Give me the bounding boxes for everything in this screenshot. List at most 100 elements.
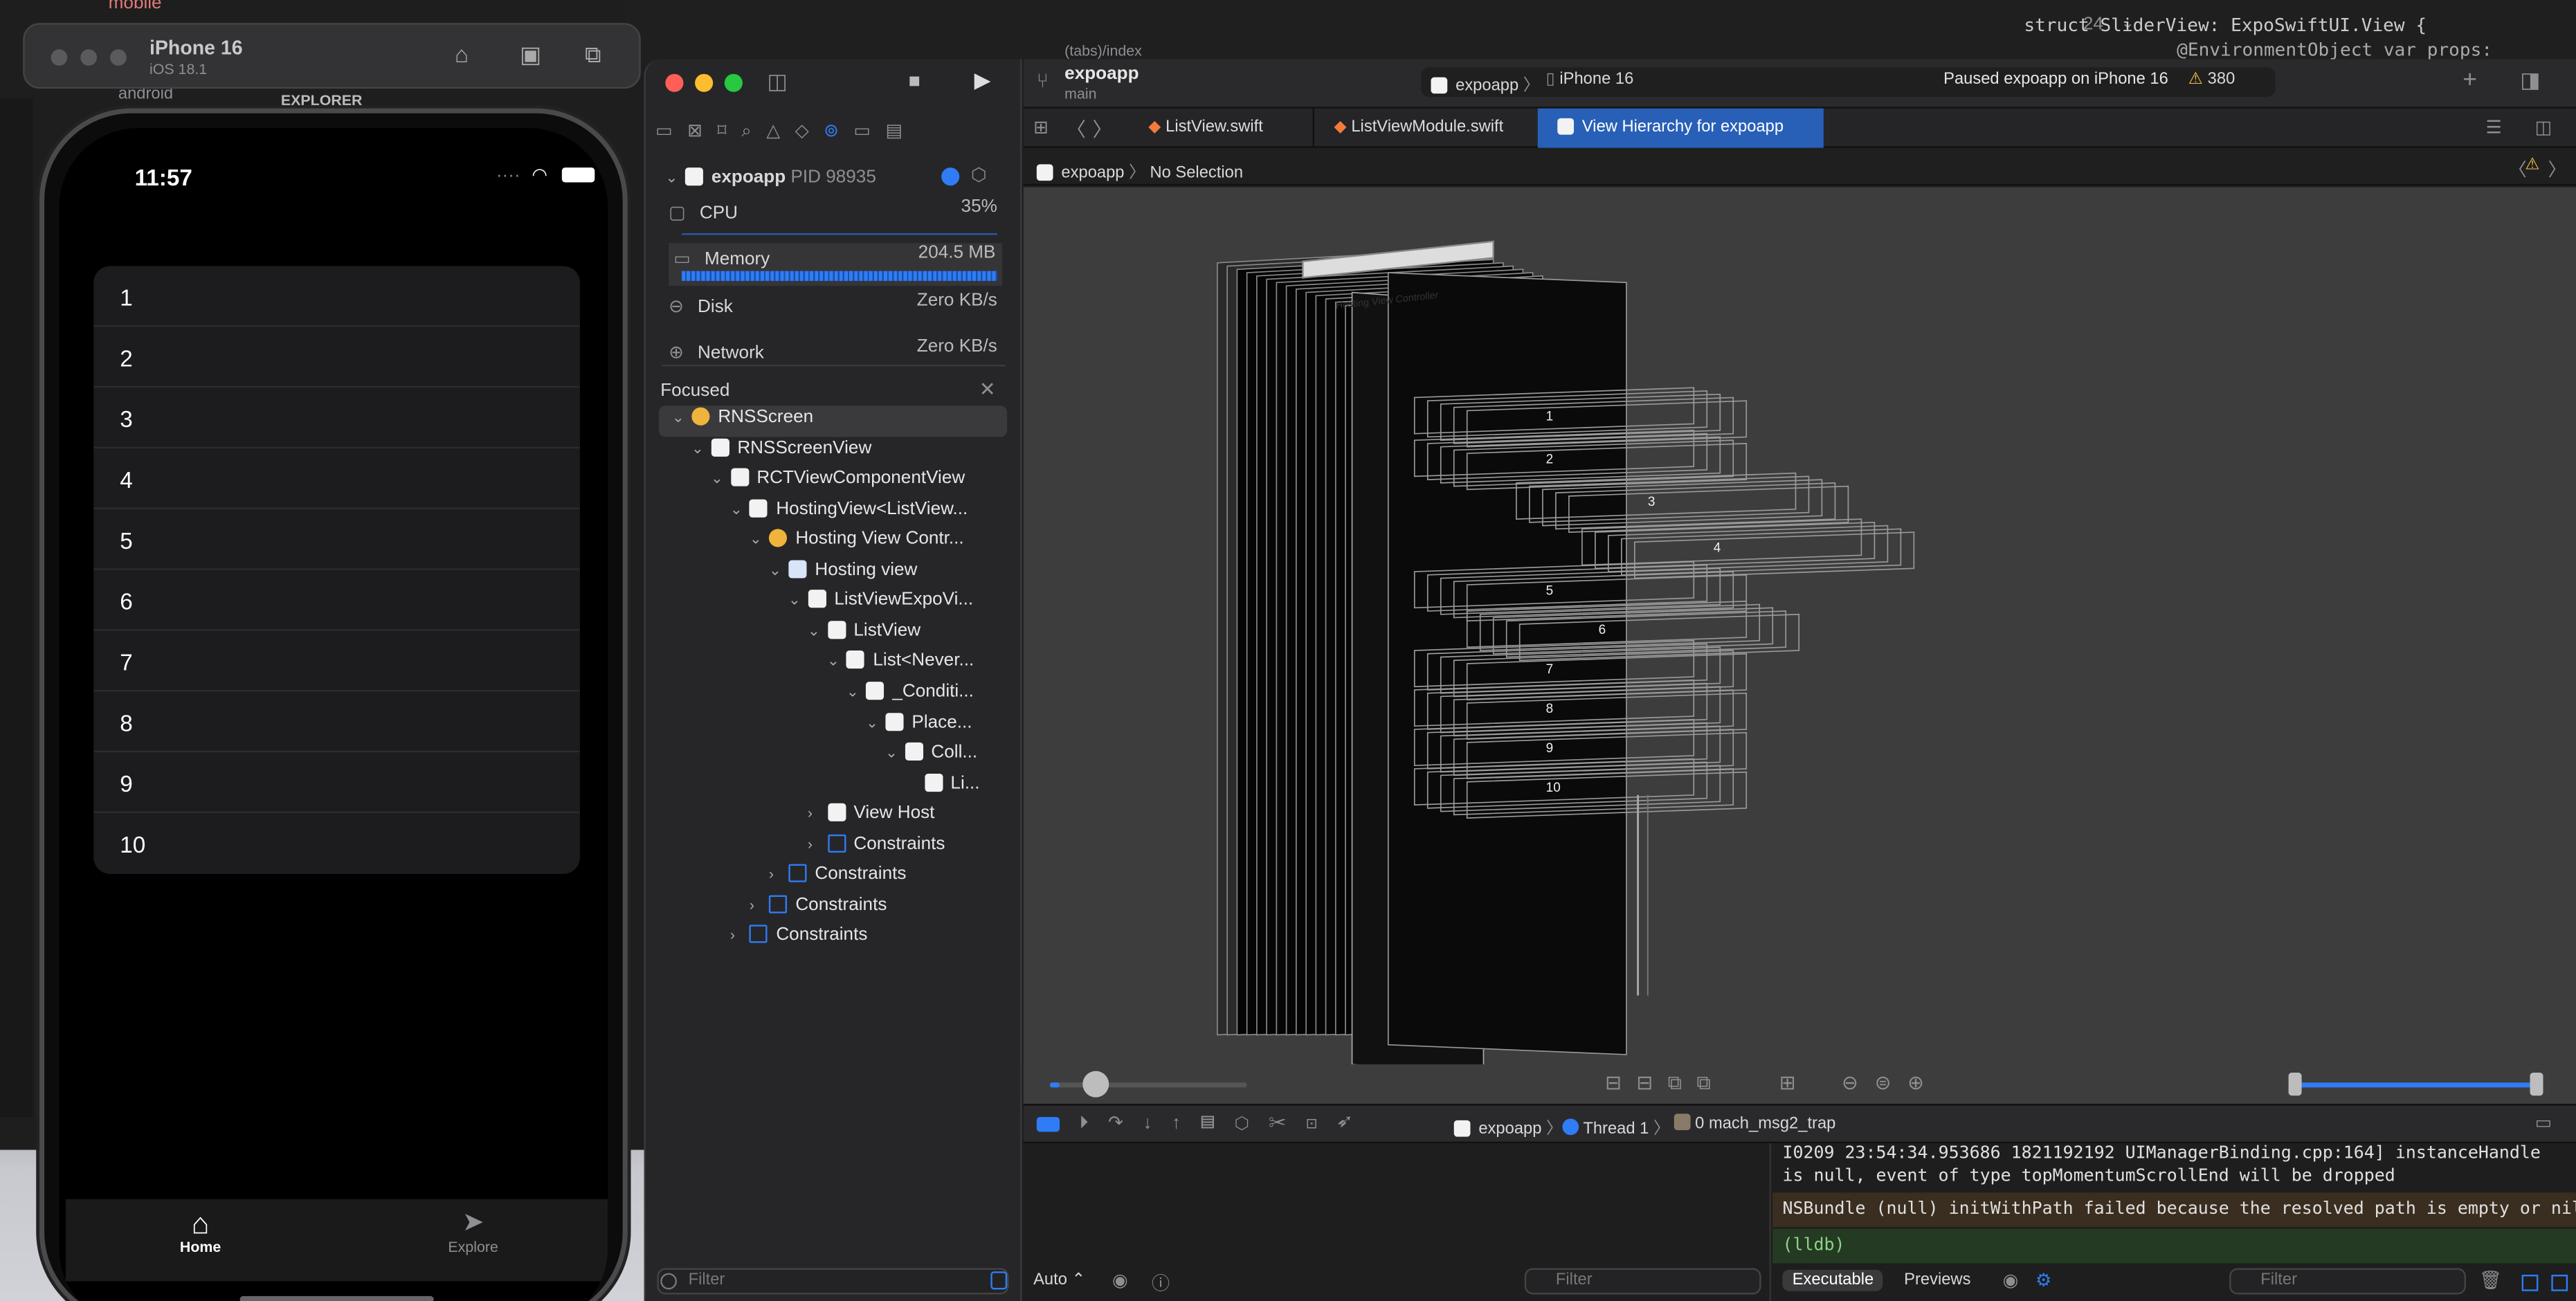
scheme-selector[interactable]: expoapp 〉 xyxy=(1431,71,1540,95)
list-item[interactable]: 6 xyxy=(93,570,580,631)
tab-view-hierarchy[interactable]: View Hierarchy for expoapp xyxy=(1537,108,1824,148)
breakpoints-toggle-icon[interactable] xyxy=(1036,1117,1060,1132)
tree-row[interactable]: ⌄ Hosting view xyxy=(769,559,917,590)
debug-thread[interactable]: Thread 1 〉 xyxy=(1562,1113,1670,1138)
list-item[interactable]: 3 xyxy=(93,388,580,449)
editor-options-icon[interactable]: ☰ xyxy=(2485,117,2501,138)
tree-row[interactable]: ⌄ Coll... xyxy=(885,743,977,773)
list-item[interactable]: 9 xyxy=(93,752,580,813)
eye-icon[interactable]: ◉ xyxy=(2003,1270,2019,1291)
xcode-close-button[interactable] xyxy=(665,73,684,92)
view-debugger-icon[interactable]: ▤ xyxy=(1201,1113,1235,1133)
destination-selector[interactable]: ▯ iPhone 16 xyxy=(1546,71,1634,89)
location-icon[interactable]: ➶ xyxy=(1337,1113,1371,1133)
tree-row[interactable]: ⌄ ListView xyxy=(808,620,920,651)
tree-row[interactable]: › Constraints xyxy=(750,895,887,925)
grid-icon[interactable]: ⊞ xyxy=(1033,117,1049,138)
chevron-down-icon[interactable]: ⌄ xyxy=(808,622,827,640)
bookmark-icon[interactable]: ⌑ xyxy=(717,122,741,141)
trash-icon[interactable]: 🗑 xyxy=(2479,1270,2502,1291)
chevron-right-icon[interactable]: › xyxy=(808,805,827,821)
hierarchy-cell-label[interactable]: 5 xyxy=(1546,583,1554,598)
zoom-out-icon[interactable]: ⊖ xyxy=(1842,1071,1875,1094)
filter-options-icon[interactable] xyxy=(990,1271,1008,1290)
zoom-in-icon[interactable]: ⊕ xyxy=(1907,1071,1941,1094)
clip-icon[interactable]: ⊟ xyxy=(1605,1071,1636,1094)
list-item[interactable]: 1 xyxy=(93,266,580,327)
chevron-right-icon[interactable]: › xyxy=(808,835,827,852)
tree-row[interactable]: › Constraints xyxy=(769,864,906,895)
chevron-down-icon[interactable]: ⌄ xyxy=(788,592,808,610)
list-item[interactable]: 4 xyxy=(93,448,580,509)
console-filter-input[interactable]: Filter xyxy=(2229,1268,2466,1295)
tab-listviewmodule-swift[interactable]: ◆ ListViewModule.swift xyxy=(1312,108,1523,148)
debug-frame[interactable]: 0 mach_msg2_trap xyxy=(1674,1113,1835,1134)
hierarchy-layer[interactable] xyxy=(1387,272,1627,1055)
vars-mode-selector[interactable]: Auto ⌃ xyxy=(1033,1271,1085,1289)
list-item[interactable]: 8 xyxy=(93,691,580,753)
hierarchy-cell-layer[interactable] xyxy=(1608,525,1889,572)
step-out-icon[interactable]: ↑ xyxy=(1172,1113,1201,1133)
chevron-down-icon[interactable]: ⌄ xyxy=(730,500,750,518)
list-item[interactable]: 7 xyxy=(93,631,580,692)
chevron-down-icon[interactable]: ⌄ xyxy=(885,744,905,762)
tree-row[interactable]: ⌄ List<Never... xyxy=(827,650,974,682)
hierarchy-cell-label[interactable]: 3 xyxy=(1648,495,1656,509)
source-control-icon[interactable]: ⊠ xyxy=(687,122,717,141)
chevron-down-icon[interactable]: ⌄ xyxy=(691,439,711,457)
folder-icon[interactable]: ▭ xyxy=(655,122,687,141)
hierarchy-cell-label[interactable]: 10 xyxy=(1546,781,1561,795)
eye-icon[interactable]: ◉ xyxy=(1112,1270,1128,1291)
window-zoom-button[interactable] xyxy=(110,49,127,66)
network-gauge[interactable]: ⊕ Network Zero KB/s xyxy=(669,337,997,380)
depth-range-max-handle[interactable] xyxy=(2530,1073,2543,1096)
report-icon[interactable]: ▤ xyxy=(885,122,917,141)
stack-icon[interactable]: ⧉ xyxy=(1696,1071,1725,1094)
sidebar-toggle-icon[interactable]: ◫ xyxy=(768,69,788,95)
wireframe-icon[interactable]: ⧉ xyxy=(1668,1071,1697,1094)
stop-icon[interactable]: ■ xyxy=(909,69,920,92)
hierarchy-cell-label[interactable]: 9 xyxy=(1546,741,1554,756)
chevron-right-icon[interactable]: › xyxy=(769,866,788,883)
tree-row[interactable]: Li... xyxy=(905,773,980,803)
disk-gauge[interactable]: ⊖ Disk Zero KB/s xyxy=(669,291,997,334)
simulate-location-icon[interactable]: ⊡ xyxy=(1306,1113,1337,1133)
hierarchy-cell-label[interactable]: 4 xyxy=(1714,541,1721,556)
tree-row[interactable]: ⌄ _Conditi... xyxy=(846,681,974,712)
home-button-icon[interactable]: ⌂ xyxy=(445,41,478,73)
depth-range-slider[interactable] xyxy=(2292,1082,2539,1088)
hierarchy-cell-label[interactable]: 1 xyxy=(1546,410,1554,424)
chevron-down-icon[interactable]: ⌄ xyxy=(846,683,866,701)
tree-row[interactable]: › Constraints xyxy=(730,925,867,956)
find-icon[interactable]: ⌕ xyxy=(741,122,766,141)
environment-icon[interactable]: ✂ xyxy=(1269,1113,1306,1133)
hierarchy-3d-view[interactable]: Hosting View Controller12345678910 xyxy=(1024,188,2576,1075)
warning-badge[interactable]: ⚠ 380 xyxy=(2188,71,2235,89)
chevron-down-icon[interactable]: ⌄ xyxy=(827,653,846,671)
step-into-icon[interactable]: ↓ xyxy=(1143,1113,1172,1133)
tab-home[interactable]: ⌂ Home xyxy=(143,1209,258,1255)
tree-row[interactable]: ⌄ ListViewExpoVi... xyxy=(788,590,973,621)
hierarchy-cell-label[interactable]: 8 xyxy=(1546,702,1554,716)
rotate-icon[interactable]: ⧉ xyxy=(577,41,609,73)
depth-range-min-handle[interactable] xyxy=(2288,1073,2302,1096)
console-tab-executable[interactable]: Executable xyxy=(1782,1269,1884,1291)
vars-filter-input[interactable]: Filter xyxy=(1524,1268,1761,1295)
tab-listview-swift[interactable]: ◆ ListView.swift xyxy=(1129,109,1283,148)
chevron-down-icon[interactable]: ⌄ xyxy=(711,470,730,488)
back-icon[interactable]: 〈 xyxy=(1067,115,1087,143)
tree-row[interactable]: › View Host xyxy=(808,803,934,834)
xcode-minimize-button[interactable] xyxy=(695,73,714,92)
step-over-icon[interactable]: ↷ xyxy=(1108,1113,1143,1133)
warning-icon[interactable]: ⚠ xyxy=(2525,156,2539,174)
forward-icon[interactable]: 〉 xyxy=(1093,115,1113,143)
list-item[interactable]: 10 xyxy=(93,813,580,874)
list-item[interactable]: 5 xyxy=(93,509,580,570)
list-item[interactable]: 2 xyxy=(93,327,580,388)
hierarchy-cell-label[interactable]: 7 xyxy=(1546,662,1554,677)
run-icon[interactable]: ▶ xyxy=(974,67,991,93)
window-close-button[interactable] xyxy=(51,49,68,66)
tree-row[interactable]: ⌄ RNSScreen xyxy=(672,407,813,438)
next-issue-icon[interactable]: 〉 xyxy=(2548,156,2566,183)
hierarchy-cell-layer[interactable] xyxy=(1621,528,1902,576)
